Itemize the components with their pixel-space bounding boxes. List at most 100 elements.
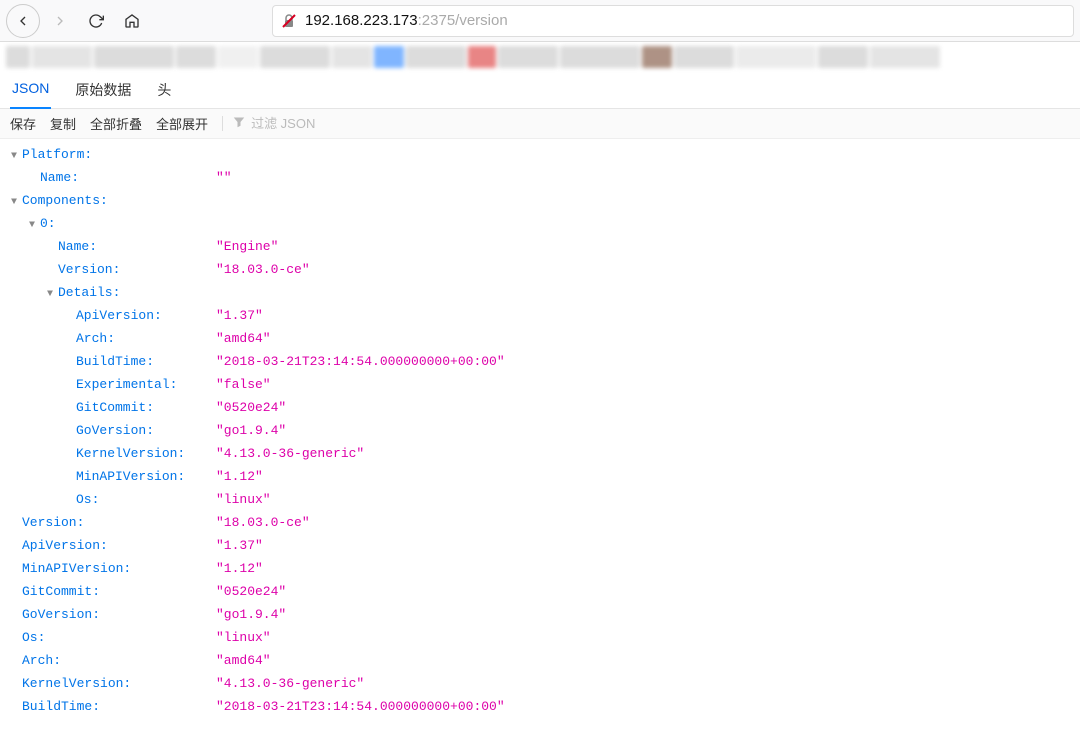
json-row[interactable]: MinAPIVersion: "1.12" [8, 557, 1072, 580]
key-label: Components: [22, 189, 108, 212]
json-value: "2018-03-21T23:14:54.000000000+00:00" [216, 695, 505, 718]
tab-headers[interactable]: 头 [155, 76, 173, 108]
json-row[interactable]: Name: "Engine" [8, 235, 1072, 258]
json-row[interactable]: Arch: "amd64" [8, 327, 1072, 350]
url-text: 192.168.223.173:2375/version [305, 12, 508, 29]
collapse-toggle-icon[interactable]: ▼ [26, 214, 38, 237]
json-row[interactable]: Os: "linux" [8, 626, 1072, 649]
json-key: MinAPIVersion: [8, 557, 131, 580]
json-row[interactable]: GitCommit: "0520e24" [8, 396, 1072, 419]
key-label: Version: [22, 511, 84, 534]
json-row[interactable]: ▼Components: [8, 189, 1072, 212]
url-host: 192.168.223.173 [305, 12, 418, 29]
json-key: ▼0: [8, 212, 56, 235]
json-value: "linux" [216, 488, 271, 511]
json-tree: ▼Platform:Name:""▼Components:▼0:Name:"En… [0, 139, 1080, 722]
json-row[interactable]: Arch: "amd64" [8, 649, 1072, 672]
insecure-lock-icon [281, 13, 297, 29]
json-key: MinAPIVersion: [8, 465, 185, 488]
json-value: "amd64" [216, 327, 271, 350]
json-row[interactable]: Os: "linux" [8, 488, 1072, 511]
json-key: Name: [8, 166, 79, 189]
json-row[interactable]: GitCommit: "0520e24" [8, 580, 1072, 603]
key-label: KernelVersion: [22, 672, 131, 695]
json-value: "0520e24" [216, 396, 286, 419]
json-key: ▼Details: [8, 281, 120, 304]
json-value: "linux" [216, 626, 271, 649]
json-toolbar: 保存 复制 全部折叠 全部展开 [0, 109, 1080, 139]
key-label: ApiVersion: [76, 304, 162, 327]
key-label: BuildTime: [22, 695, 100, 718]
json-row[interactable]: GoVersion: "go1.9.4" [8, 603, 1072, 626]
back-button[interactable] [6, 4, 40, 38]
key-label: GitCommit: [22, 580, 100, 603]
save-button[interactable]: 保存 [10, 114, 36, 133]
json-key: Experimental: [8, 373, 177, 396]
json-value: "Engine" [216, 235, 278, 258]
json-key: ▼Platform: [8, 143, 92, 166]
json-key: Name: [8, 235, 97, 258]
key-label: Details: [58, 281, 120, 304]
reload-button[interactable] [80, 5, 112, 37]
filter-input[interactable] [251, 116, 351, 131]
json-value: "1.12" [216, 465, 263, 488]
json-row[interactable]: ApiVersion:"1.37" [8, 534, 1072, 557]
tab-raw-data[interactable]: 原始数据 [73, 76, 133, 108]
browser-toolbar: 192.168.223.173:2375/version [0, 0, 1080, 42]
json-value: "1.37" [216, 304, 263, 327]
json-row[interactable]: ▼0: [8, 212, 1072, 235]
json-value: "1.12" [216, 557, 263, 580]
json-row[interactable]: KernelVersion:"4.13.0-36-generic" [8, 672, 1072, 695]
home-button[interactable] [116, 5, 148, 37]
funnel-icon [233, 116, 245, 131]
json-row[interactable]: KernelVersion:"4.13.0-36-generic" [8, 442, 1072, 465]
address-bar[interactable]: 192.168.223.173:2375/version [272, 5, 1074, 37]
json-row[interactable]: ▼Details: [8, 281, 1072, 304]
json-value: "go1.9.4" [216, 603, 286, 626]
key-label: 0: [40, 212, 56, 235]
key-label: Arch: [76, 327, 115, 350]
key-label: ApiVersion: [22, 534, 108, 557]
expand-all-button[interactable]: 全部展开 [156, 114, 208, 133]
json-key: ApiVersion: [8, 304, 162, 327]
key-label: GoVersion: [22, 603, 100, 626]
collapse-toggle-icon[interactable]: ▼ [44, 283, 56, 306]
json-row[interactable]: Version: "18.03.0-ce" [8, 258, 1072, 281]
key-label: Arch: [22, 649, 61, 672]
json-key: ApiVersion: [8, 534, 108, 557]
json-key: Os: [8, 626, 45, 649]
json-viewer-tabs: JSON 原始数据 头 [0, 70, 1080, 109]
json-row[interactable]: Version:"18.03.0-ce" [8, 511, 1072, 534]
key-label: Experimental: [76, 373, 177, 396]
json-key: GitCommit: [8, 396, 154, 419]
json-row[interactable]: ApiVersion: "1.37" [8, 304, 1072, 327]
json-value: "false" [216, 373, 271, 396]
tab-json[interactable]: JSON [10, 76, 51, 109]
json-row[interactable]: Experimental: "false" [8, 373, 1072, 396]
key-label: Os: [76, 488, 99, 511]
json-value: "amd64" [216, 649, 271, 672]
collapse-toggle-icon[interactable]: ▼ [8, 191, 20, 214]
json-value: "0520e24" [216, 580, 286, 603]
collapse-all-button[interactable]: 全部折叠 [90, 114, 142, 133]
key-label: GoVersion: [76, 419, 154, 442]
json-key: ▼Components: [8, 189, 108, 212]
json-key: Arch: [8, 327, 115, 350]
json-row[interactable]: ▼Platform: [8, 143, 1072, 166]
json-value: "" [216, 166, 232, 189]
json-value: "18.03.0-ce" [216, 258, 310, 281]
json-value: "2018-03-21T23:14:54.000000000+00:00" [216, 350, 505, 373]
json-key: KernelVersion: [8, 672, 131, 695]
json-row[interactable]: BuildTime: "2018-03-21T23:14:54.000000000… [8, 695, 1072, 718]
json-value: "go1.9.4" [216, 419, 286, 442]
collapse-toggle-icon[interactable]: ▼ [8, 145, 20, 168]
json-value: "4.13.0-36-generic" [216, 442, 364, 465]
forward-button[interactable] [44, 5, 76, 37]
key-label: Version: [58, 258, 120, 281]
copy-button[interactable]: 复制 [50, 114, 76, 133]
key-label: Name: [40, 166, 79, 189]
json-row[interactable]: BuildTime:"2018-03-21T23:14:54.000000000… [8, 350, 1072, 373]
json-row[interactable]: Name: "" [8, 166, 1072, 189]
json-row[interactable]: GoVersion: "go1.9.4" [8, 419, 1072, 442]
json-row[interactable]: MinAPIVersion: "1.12" [8, 465, 1072, 488]
